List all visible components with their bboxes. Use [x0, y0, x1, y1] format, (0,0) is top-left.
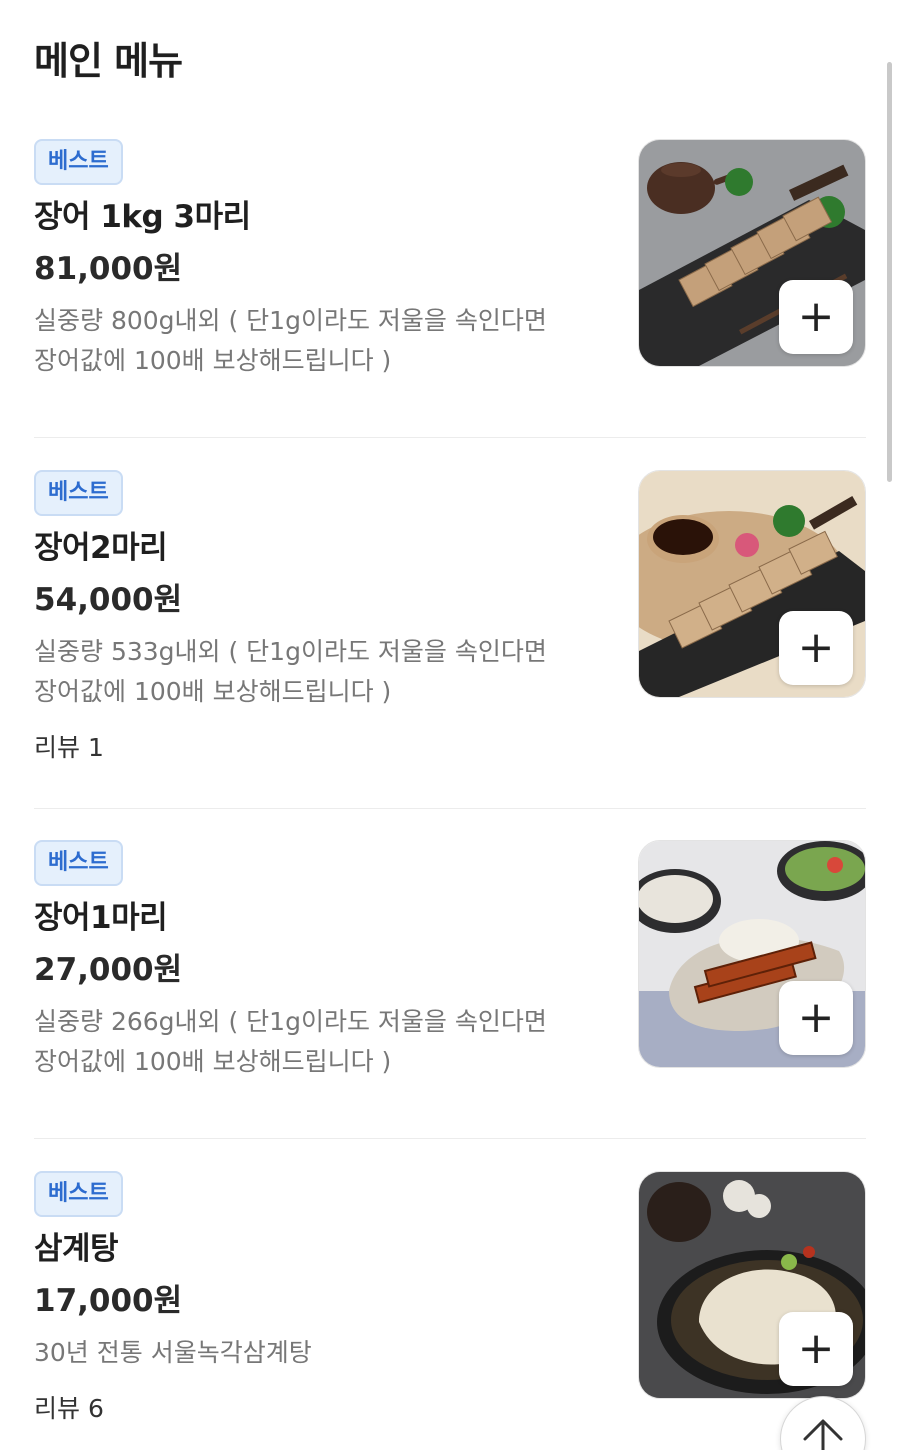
best-badge: 베스트: [34, 139, 123, 185]
best-badge: 베스트: [34, 470, 123, 516]
menu-item-image[interactable]: +: [638, 840, 866, 1068]
menu-item-description: 실중량 800g내외 ( 단1g이라도 저울을 속인다면 장어값에 100배 보…: [34, 306, 547, 375]
add-to-cart-button[interactable]: +: [779, 1312, 853, 1386]
menu-item-description: 실중량 533g내외 ( 단1g이라도 저울을 속인다면 장어값에 100배 보…: [34, 637, 547, 706]
menu-item-price: 81,000원: [34, 251, 183, 287]
scrollbar[interactable]: [887, 62, 892, 482]
section-title: 메인 메뉴: [34, 39, 183, 83]
menu-item-price: 54,000원: [34, 582, 183, 618]
arrow-up-icon: [803, 1419, 843, 1450]
menu-item[interactable]: 베스트 장어1마리 27,000원 실중량 266g내외 ( 단1g이라도 저울…: [34, 840, 866, 1139]
menu-item-info: 베스트 장어 1kg 3마리 81,000원 실중량 800g내외 ( 단1g이…: [34, 139, 614, 381]
add-to-cart-button[interactable]: +: [779, 611, 853, 685]
plus-icon: +: [797, 622, 835, 673]
menu-item-name: 장어1마리: [34, 900, 168, 936]
menu-item-price: 17,000원: [34, 1283, 183, 1319]
menu-page: 메인 메뉴 베스트 장어 1kg 3마리 81,000원 실중량 800g내외 …: [0, 0, 900, 1450]
plus-icon: +: [797, 1323, 835, 1374]
menu-item-image[interactable]: +: [638, 470, 866, 698]
menu-item-info: 베스트 장어2마리 54,000원 실중량 533g내외 ( 단1g이라도 저울…: [34, 470, 614, 766]
add-to-cart-button[interactable]: +: [779, 981, 853, 1055]
menu-item-info: 베스트 장어1마리 27,000원 실중량 266g내외 ( 단1g이라도 저울…: [34, 840, 614, 1082]
best-badge: 베스트: [34, 1171, 123, 1217]
add-to-cart-button[interactable]: +: [779, 280, 853, 354]
menu-item-name: 삼계탕: [34, 1231, 119, 1267]
menu-item-image[interactable]: +: [638, 139, 866, 367]
plus-icon: +: [797, 992, 835, 1043]
menu-item-name: 장어 1kg 3마리: [34, 199, 251, 235]
review-count[interactable]: 리뷰 6: [34, 1391, 614, 1427]
menu-item-price: 27,000원: [34, 952, 183, 988]
menu-item-description: 실중량 266g내외 ( 단1g이라도 저울을 속인다면 장어값에 100배 보…: [34, 1007, 547, 1076]
menu-item-description: 30년 전통 서울녹각삼계탕: [34, 1338, 312, 1367]
menu-item-image[interactable]: +: [638, 1171, 866, 1399]
best-badge: 베스트: [34, 840, 123, 886]
menu-item-name: 장어2마리: [34, 530, 168, 566]
plus-icon: +: [797, 291, 835, 342]
menu-item[interactable]: 베스트 장어2마리 54,000원 실중량 533g내외 ( 단1g이라도 저울…: [34, 470, 866, 809]
review-count[interactable]: 리뷰 1: [34, 730, 614, 766]
menu-item[interactable]: 베스트 장어 1kg 3마리 81,000원 실중량 800g내외 ( 단1g이…: [34, 139, 866, 438]
menu-item[interactable]: 베스트 삼계탕 17,000원 30년 전통 서울녹각삼계탕 리뷰 6 +: [34, 1171, 866, 1450]
menu-item-info: 베스트 삼계탕 17,000원 30년 전통 서울녹각삼계탕 리뷰 6: [34, 1171, 614, 1427]
